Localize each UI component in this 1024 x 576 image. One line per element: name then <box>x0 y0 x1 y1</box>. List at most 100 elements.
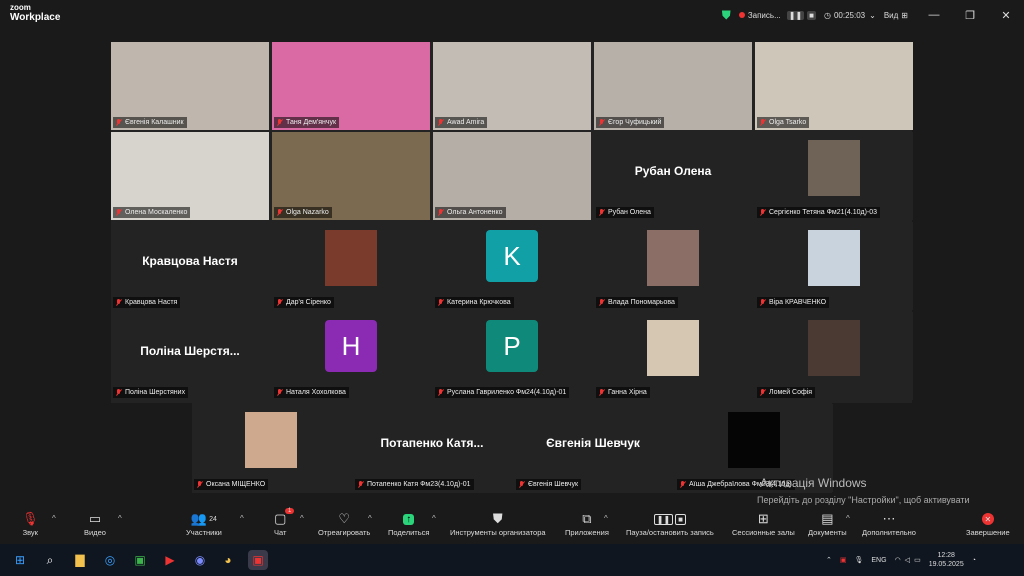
tray-chevron-up-icon[interactable]: ⌃ <box>826 556 832 564</box>
logo-bottom-text: Workplace <box>10 12 61 23</box>
participant-tile[interactable]: Сергієнко Тетяна Фм21(4.10д)-03 <box>755 132 913 220</box>
participants-button[interactable]: 👥 24 Участники <box>186 510 222 544</box>
audio-button[interactable]: 🎙 Звук <box>22 510 39 544</box>
participant-tile[interactable]: Таня Дем'янчук <box>272 42 430 130</box>
video-button[interactable]: ▭ Видео <box>84 510 106 544</box>
react-chevron-icon[interactable]: ^ <box>368 514 372 523</box>
participant-name-label: Ганна Хірна <box>596 387 650 398</box>
encryption-shield-icon[interactable]: ⛊ <box>722 8 731 23</box>
participant-name-label: Влада Пономарьова <box>596 297 678 308</box>
react-button[interactable]: ♡ Отреагировать <box>318 510 370 544</box>
zoom-app-icon[interactable]: ▣ <box>248 550 268 570</box>
participant-tile[interactable]: Olga Tsarko <box>755 42 913 130</box>
participant-tile[interactable]: Кравцова Настя Кравцова Настя <box>111 222 269 310</box>
shield-icon: ⛊ <box>492 511 503 526</box>
tray-app-icon[interactable]: ▣ <box>840 556 847 564</box>
participant-name-label: Катерина Крючкова <box>435 297 514 308</box>
participant-tile[interactable]: K Катерина Крючкова <box>433 222 591 310</box>
participant-name: Олена Москаленко <box>125 209 188 216</box>
store-icon[interactable]: ▣ <box>130 550 150 570</box>
stop-recording-icon[interactable]: ■ <box>807 10 816 20</box>
participant-tile[interactable]: Ломей Софія <box>755 312 913 400</box>
minimize-button[interactable]: — <box>916 0 952 30</box>
host-tools-button[interactable]: ⛊ Инструменты организатора <box>450 510 546 544</box>
participant-tile[interactable]: Дар'я Сіренко <box>272 222 430 310</box>
participant-tile[interactable]: Olga Nazarko <box>272 132 430 220</box>
video-label: Видео <box>84 528 106 537</box>
notifications-icon[interactable]: ◔ <box>972 557 976 564</box>
pause-recording-icon[interactable]: ❚❚ <box>786 10 805 20</box>
participant-tile[interactable]: Єгор Чуфицький <box>594 42 752 130</box>
docs-chevron-icon[interactable]: ^ <box>846 514 850 523</box>
more-button[interactable]: ⋯ Дополнительно <box>862 510 916 544</box>
mic-muted-icon <box>759 118 766 127</box>
messenger-icon[interactable]: ◉ <box>190 550 210 570</box>
clock-icon: ◷ <box>823 10 831 20</box>
participants-chevron-icon[interactable]: ^ <box>240 514 244 523</box>
record-button[interactable]: ❚❚ ■ Пауза/остановить запись <box>626 510 714 544</box>
participant-tile[interactable]: Віра КРАВЧЕНКО <box>755 222 913 310</box>
chevron-down-icon[interactable]: ⌄ <box>869 11 876 20</box>
profile-photo <box>325 230 377 286</box>
participant-tile[interactable]: P Руслана Гавриленко Фм24(4.10д)-01 <box>433 312 591 400</box>
view-button[interactable]: Вид ⊞ <box>884 11 908 20</box>
volume-icon[interactable]: ◁ <box>905 556 910 564</box>
participant-tile[interactable]: Ольга Антоненко <box>433 132 591 220</box>
windows-start-icon[interactable]: ⊞ <box>10 550 30 570</box>
docs-label: Документы <box>808 528 847 537</box>
system-tray: ⌃ ▣ 🎙 ENG ◠ ◁ ▭ 12:28 19.05.2025 ◔ <box>826 544 976 576</box>
youtube-icon[interactable]: ▶ <box>160 550 180 570</box>
participant-tile[interactable]: Awad Amira <box>433 42 591 130</box>
chat-chevron-icon[interactable]: ^ <box>300 514 304 523</box>
react-label: Отреагировать <box>318 528 371 537</box>
participant-tile[interactable]: Поліна Шерстя... Поліна Шерстяних <box>111 312 269 400</box>
mic-muted-icon <box>276 298 283 307</box>
participant-tile[interactable]: H Наталя Хохолкова <box>272 312 430 400</box>
language-indicator[interactable]: ENG <box>871 557 886 564</box>
clock[interactable]: 12:28 19.05.2025 <box>929 551 964 569</box>
battery-icon[interactable]: ▭ <box>914 556 921 564</box>
participants-icon: 👥 24 <box>190 511 217 526</box>
profile-photo <box>808 320 860 376</box>
close-window-button[interactable]: ✕ <box>988 0 1024 30</box>
chrome-icon[interactable]: ◕ <box>218 550 238 570</box>
participant-tile[interactable]: Ганна Хірна <box>594 312 752 400</box>
apps-button[interactable]: ⧉ Приложения <box>565 510 609 544</box>
maximize-button[interactable]: ❐ <box>952 0 988 30</box>
docs-button[interactable]: ▤ Документы <box>808 510 847 544</box>
mic-muted-icon <box>115 388 122 397</box>
apps-icon: ⧉ <box>582 511 592 526</box>
participant-name: Ломей Софія <box>769 389 813 396</box>
edge-browser-icon[interactable]: ◎ <box>100 550 120 570</box>
search-icon[interactable]: ⌕ <box>40 550 60 570</box>
chat-button[interactable]: ▢ 1 Чат <box>274 508 295 544</box>
mic-muted-icon <box>115 208 122 217</box>
share-chevron-icon[interactable]: ^ <box>432 514 436 523</box>
video-options-chevron-icon[interactable]: ^ <box>118 514 122 523</box>
audio-options-chevron-icon[interactable]: ^ <box>52 514 56 523</box>
participant-tile[interactable]: Євгенія Калашник <box>111 42 269 130</box>
participant-tile[interactable]: Потапенко Катя... Потапенко Катя Фм23(4.1… <box>353 404 511 492</box>
participant-tile[interactable]: Оксана МІЩЕНКО <box>192 404 350 492</box>
tray-mic-icon[interactable]: 🎙 <box>855 556 864 564</box>
wifi-icon[interactable]: ◠ <box>895 556 901 564</box>
mic-muted-icon <box>598 118 605 127</box>
chat-label: Чат <box>274 528 287 537</box>
breakout-rooms-button[interactable]: ⊞ Сессионные залы <box>732 510 795 544</box>
mic-muted-icon: 🎙 <box>22 511 39 526</box>
participant-name-label: Ольга Антоненко <box>435 207 506 218</box>
mic-muted-icon <box>196 480 203 489</box>
recording-indicator[interactable]: Запись... ❚❚ ■ <box>738 10 816 20</box>
participant-name: Євгенія Калашник <box>125 119 184 126</box>
participant-tile[interactable]: Євгенія Шевчук Євгенія Шевчук <box>514 404 672 492</box>
apps-chevron-icon[interactable]: ^ <box>604 514 608 523</box>
share-button[interactable]: ↑ Поделиться <box>388 510 429 544</box>
participant-tile[interactable]: Рубан Олена Рубан Олена <box>594 132 752 220</box>
audio-label: Звук <box>22 528 38 537</box>
participant-tile[interactable]: Олена Москаленко <box>111 132 269 220</box>
chat-icon: ▢ 1 <box>274 508 295 528</box>
end-meeting-button[interactable]: ✕ Завершение <box>966 510 1010 544</box>
file-explorer-icon[interactable]: ▇ <box>70 550 90 570</box>
participant-tile[interactable]: Влада Пономарьова <box>594 222 752 310</box>
participant-name-label: Таня Дем'янчук <box>274 117 340 128</box>
